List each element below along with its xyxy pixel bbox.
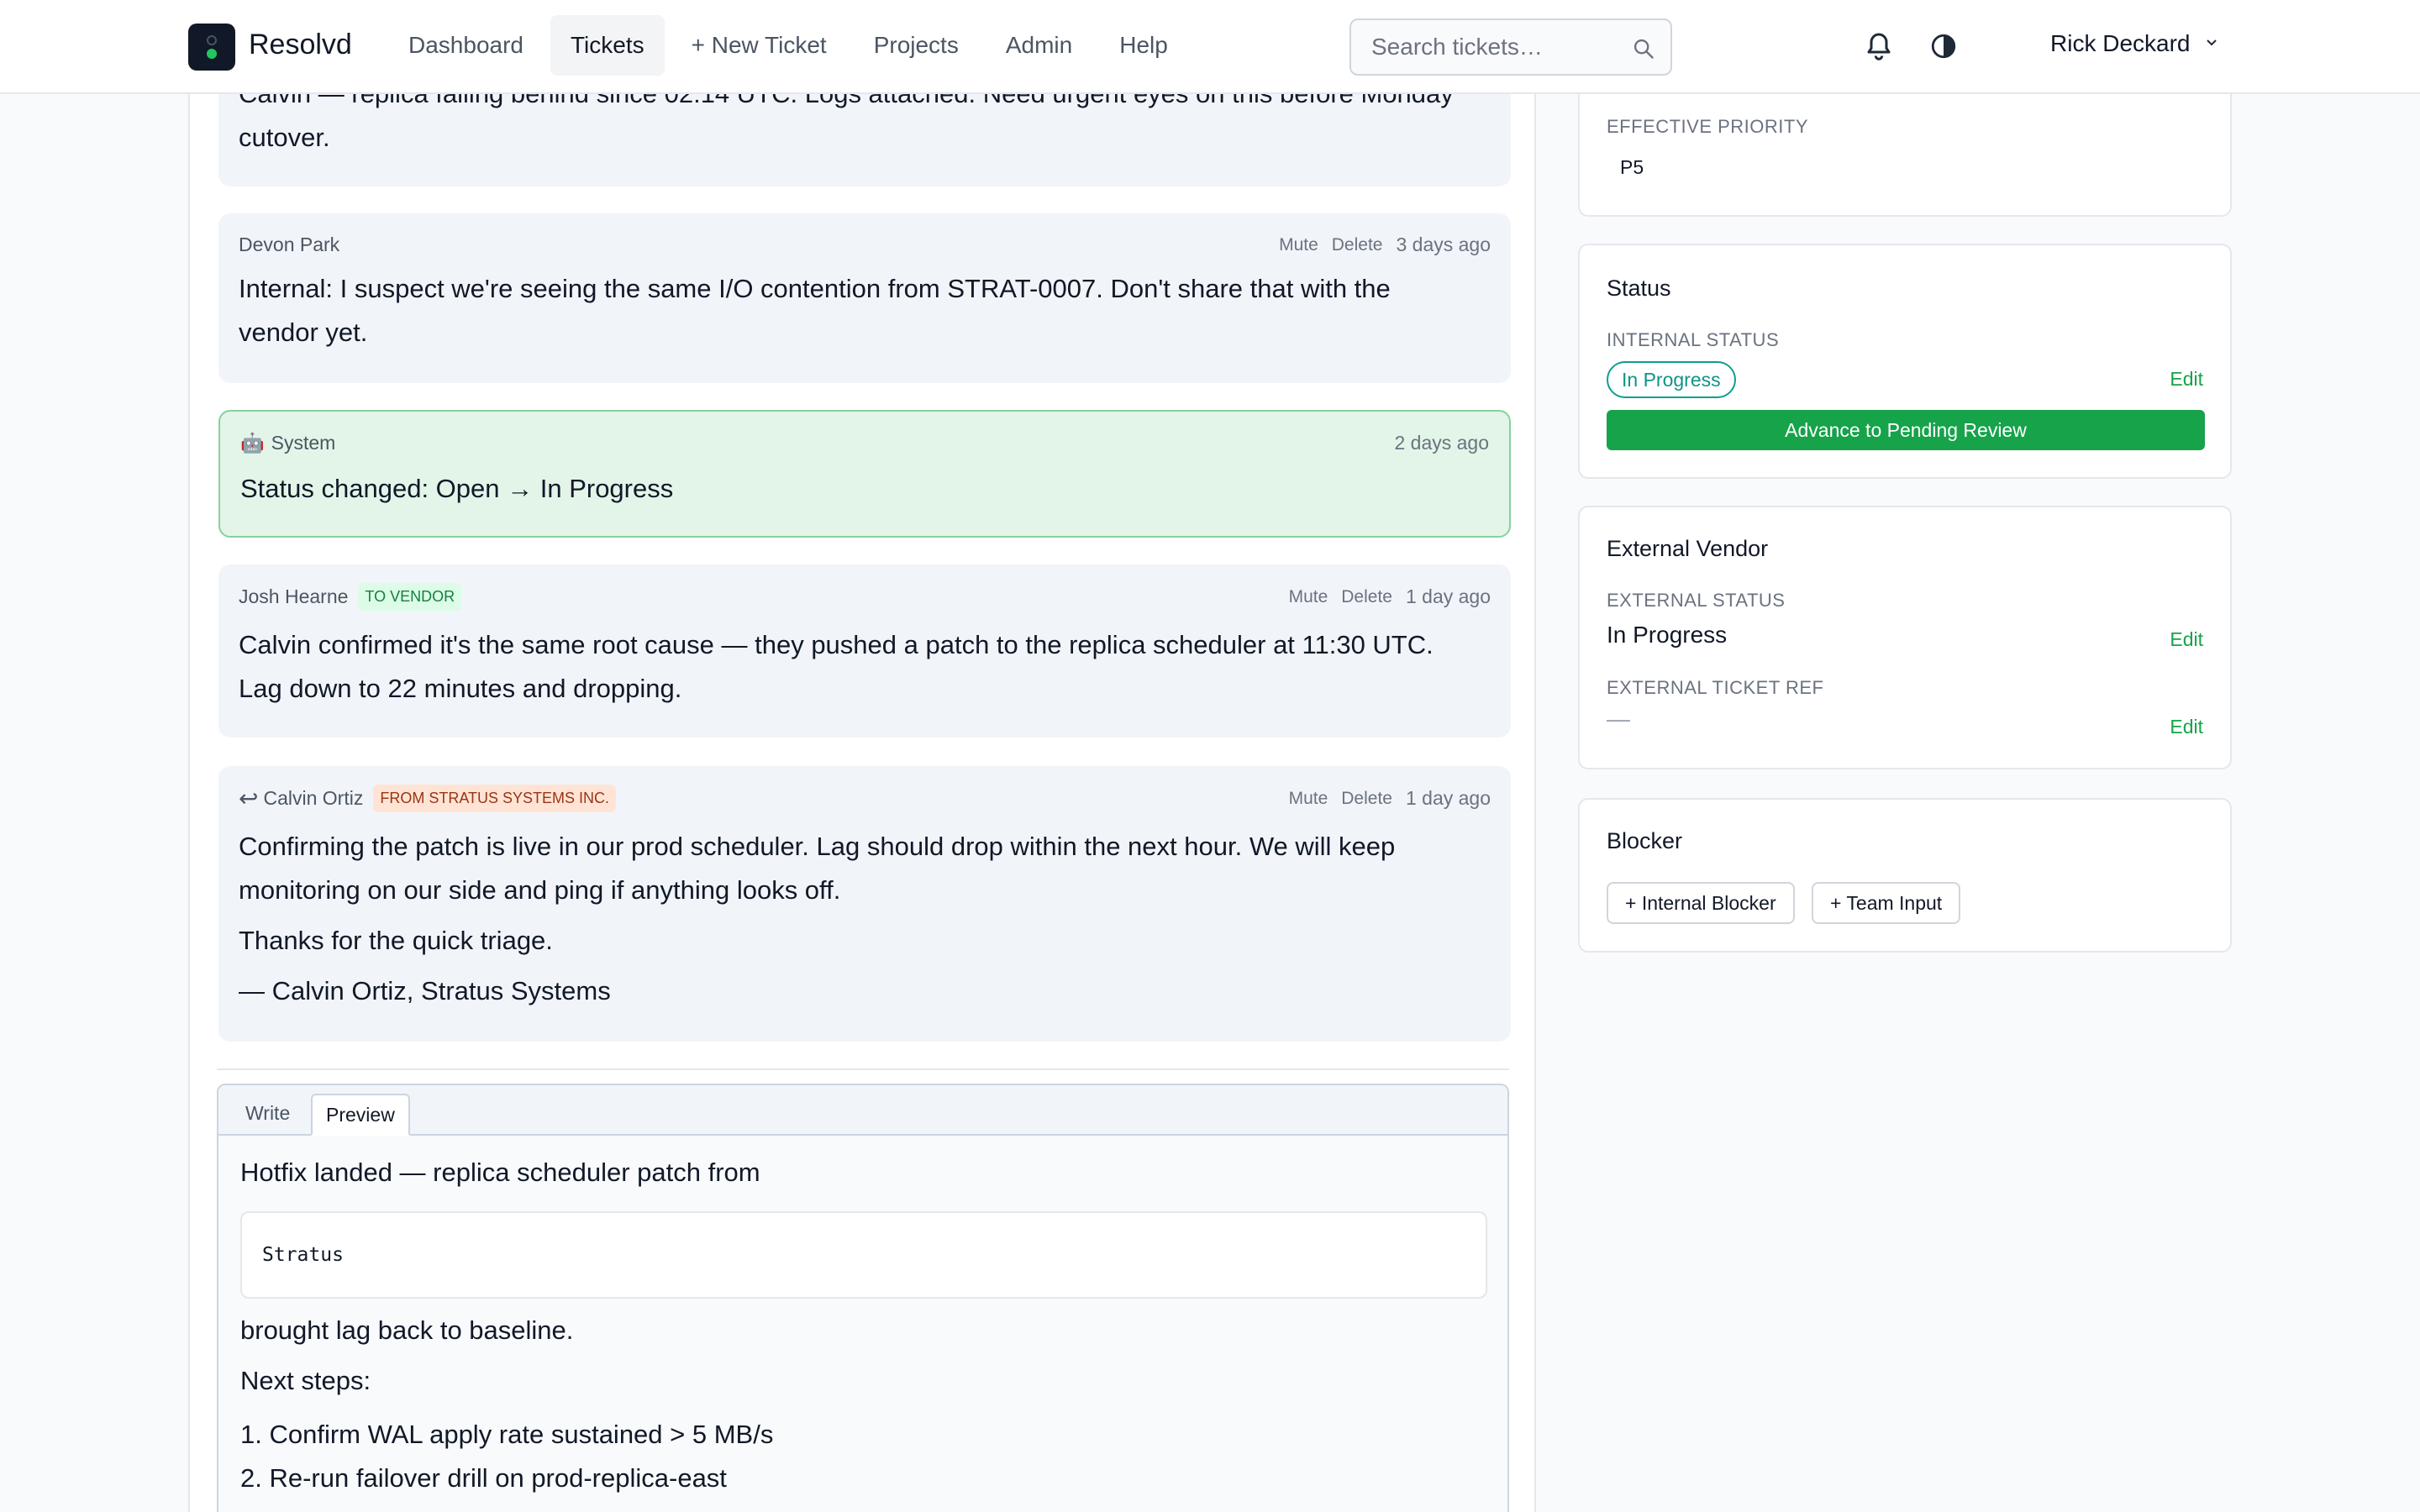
nav-admin[interactable]: Admin — [986, 15, 1092, 76]
list-item: 2. Re-run failover drill on prod-replica… — [240, 1463, 727, 1493]
comment-text: Calvin confirmed it's the same root caus… — [239, 630, 1434, 659]
search-box — [1349, 18, 1672, 76]
external-status-value: In Progress — [1607, 622, 1728, 648]
comment-text: Lag down to 22 minutes and dropping. — [239, 674, 682, 703]
external-ref-label: EXTERNAL TICKET REF — [1607, 677, 1824, 698]
brand-name[interactable]: Resolvd — [249, 29, 352, 61]
status-badge: In Progress — [1607, 361, 1736, 398]
comment-text: monitoring on our side and ping if anyth… — [239, 875, 841, 905]
comment-text: Thanks for the quick triage. — [239, 926, 553, 955]
delete-button[interactable]: Delete — [1332, 235, 1383, 255]
code-block: Stratus — [240, 1211, 1487, 1299]
comment-author: Devon Park — [239, 234, 340, 255]
nav-help[interactable]: Help — [1099, 15, 1188, 76]
system-event-text: Status changed: Open → In Progress — [240, 474, 674, 503]
comment-text: vendor yet. — [239, 318, 368, 347]
comment-time: 1 day ago — [1405, 585, 1491, 607]
comment-author: System — [271, 432, 336, 454]
logo-icon[interactable] — [188, 24, 235, 71]
add-team-input-button[interactable]: + Team Input — [1812, 882, 1961, 924]
nav-tickets[interactable]: Tickets — [550, 15, 665, 76]
divider — [217, 1068, 1509, 1070]
search-input[interactable] — [1351, 20, 1603, 74]
internal-status-label: INTERNAL STATUS — [1607, 329, 1780, 350]
blocker-card: Blocker + Internal Blocker + Team Input — [1578, 798, 2232, 953]
priority-label: EFFECTIVE PRIORITY — [1607, 116, 1809, 137]
top-navbar: Resolvd Dashboard Tickets + New Ticket P… — [0, 0, 2420, 94]
preview-text: Next steps: — [240, 1366, 371, 1395]
reply-icon: ↩ — [239, 785, 259, 811]
robot-icon: 🤖 — [240, 432, 265, 454]
comment-text: Internal: I suspect we're seeing the sam… — [239, 274, 1391, 303]
comment-text: cutover. — [239, 123, 330, 152]
status-card: Status INTERNAL STATUS In Progress Edit … — [1578, 244, 2232, 479]
priority-value: P5 — [1620, 156, 1644, 178]
delete-button[interactable]: Delete — [1341, 789, 1392, 809]
nav-dashboard[interactable]: Dashboard — [388, 15, 544, 76]
comment-card: Josh Hearne TO VENDOR Mute Delete 1 day … — [218, 564, 1511, 738]
system-event-card: 🤖 System 2 days ago Status changed: Open… — [218, 410, 1511, 538]
bell-icon[interactable] — [1864, 30, 1894, 68]
card-title: Blocker — [1607, 828, 1683, 853]
comment-card: ↩ Calvin Ortiz FROM STRATUS SYSTEMS INC.… — [218, 766, 1511, 1042]
preview-text: Hotfix landed — replica scheduler patch … — [240, 1158, 760, 1187]
comment-author: Calvin Ortiz — [263, 787, 364, 809]
edit-status-link[interactable]: Edit — [2170, 368, 2203, 391]
comment-editor: Write Preview Hotfix landed — replica sc… — [217, 1084, 1509, 1512]
advance-status-button[interactable]: Advance to Pending Review — [1607, 410, 2205, 450]
from-vendor-badge: FROM STRATUS SYSTEMS INC. — [373, 785, 617, 812]
card-title: Status — [1607, 276, 1671, 301]
theme-toggle-icon[interactable] — [1929, 32, 1958, 65]
card-title: External Vendor — [1607, 536, 1769, 561]
nav-new-ticket[interactable]: + New Ticket — [671, 15, 847, 76]
external-vendor-card: External Vendor EXTERNAL STATUS In Progr… — [1578, 506, 2232, 769]
comment-text: Confirming the patch is live in our prod… — [239, 832, 1396, 861]
external-status-label: EXTERNAL STATUS — [1607, 590, 1786, 611]
mute-button[interactable]: Mute — [1279, 235, 1318, 255]
comment-time: 2 days ago — [1394, 432, 1489, 454]
external-ref-value: — — [1607, 706, 1630, 732]
tab-write[interactable]: Write — [232, 1094, 303, 1136]
comment-text: — Calvin Ortiz, Stratus Systems — [239, 976, 611, 1005]
user-menu[interactable]: Rick Deckard — [2050, 30, 2220, 57]
comment-time: 1 day ago — [1405, 787, 1491, 809]
edit-external-status-link[interactable]: Edit — [2170, 628, 2203, 651]
list-item: 1. Confirm WAL apply rate sustained > 5 … — [240, 1420, 774, 1449]
main-nav: Dashboard Tickets + New Ticket Projects … — [388, 15, 1188, 76]
editor-tabs: Write Preview — [218, 1085, 1507, 1136]
next-steps-list: 1. Confirm WAL apply rate sustained > 5 … — [240, 1413, 773, 1500]
comment-author: Josh Hearne — [239, 585, 349, 607]
preview-text: brought lag back to baseline. — [240, 1315, 574, 1345]
mute-button[interactable]: Mute — [1289, 587, 1328, 607]
user-name: Rick Deckard — [2050, 30, 2191, 56]
comment-time: 3 days ago — [1396, 234, 1491, 255]
mute-button[interactable]: Mute — [1289, 789, 1328, 809]
comment-card: Devon Park Mute Delete 3 days ago Intern… — [218, 213, 1511, 383]
delete-button[interactable]: Delete — [1341, 587, 1392, 607]
to-vendor-badge: TO VENDOR — [358, 583, 462, 611]
add-internal-blocker-button[interactable]: + Internal Blocker — [1607, 882, 1795, 924]
tab-preview[interactable]: Preview — [311, 1094, 410, 1136]
chevron-down-icon — [2203, 30, 2220, 57]
nav-projects[interactable]: Projects — [854, 15, 979, 76]
edit-external-ref-link[interactable]: Edit — [2170, 716, 2203, 738]
search-icon[interactable] — [1632, 37, 1655, 65]
